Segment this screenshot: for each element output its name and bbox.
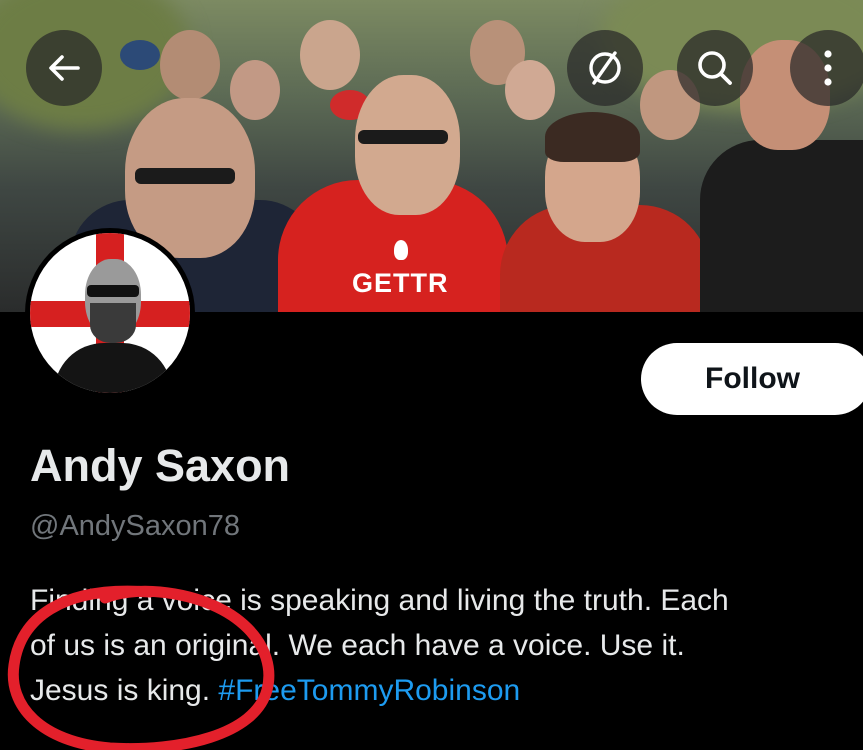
more-vertical-icon [818,46,838,90]
search-button[interactable] [677,30,753,106]
search-icon [693,46,737,90]
user-handle: @AndySaxon78 [30,510,241,542]
hashtag-link[interactable]: #FreeTommyRobinson [218,674,520,707]
bio-line-3: Jesus is king. #FreeTommyRobinson [30,668,863,713]
more-button[interactable] [790,30,863,106]
display-name: Andy Saxon [30,440,291,491]
profile-bio: Finding a voice is speaking and living t… [30,578,863,713]
banner-shirt-text: GETTR [352,268,449,298]
bio-line-2: of us is an original. We each have a voi… [30,629,685,662]
bio-line-3-text: Jesus is king. [30,674,211,707]
slashed-circle-icon [582,45,628,91]
follow-button[interactable]: Follow [641,343,863,415]
grok-button[interactable] [567,30,643,106]
profile-avatar[interactable] [25,228,195,398]
bio-line-1: Finding a voice is speaking and living t… [30,584,729,617]
back-button[interactable] [26,30,102,106]
arrow-left-icon [44,48,84,88]
gettr-logo [394,240,408,260]
follow-button-label: Follow [705,362,800,395]
